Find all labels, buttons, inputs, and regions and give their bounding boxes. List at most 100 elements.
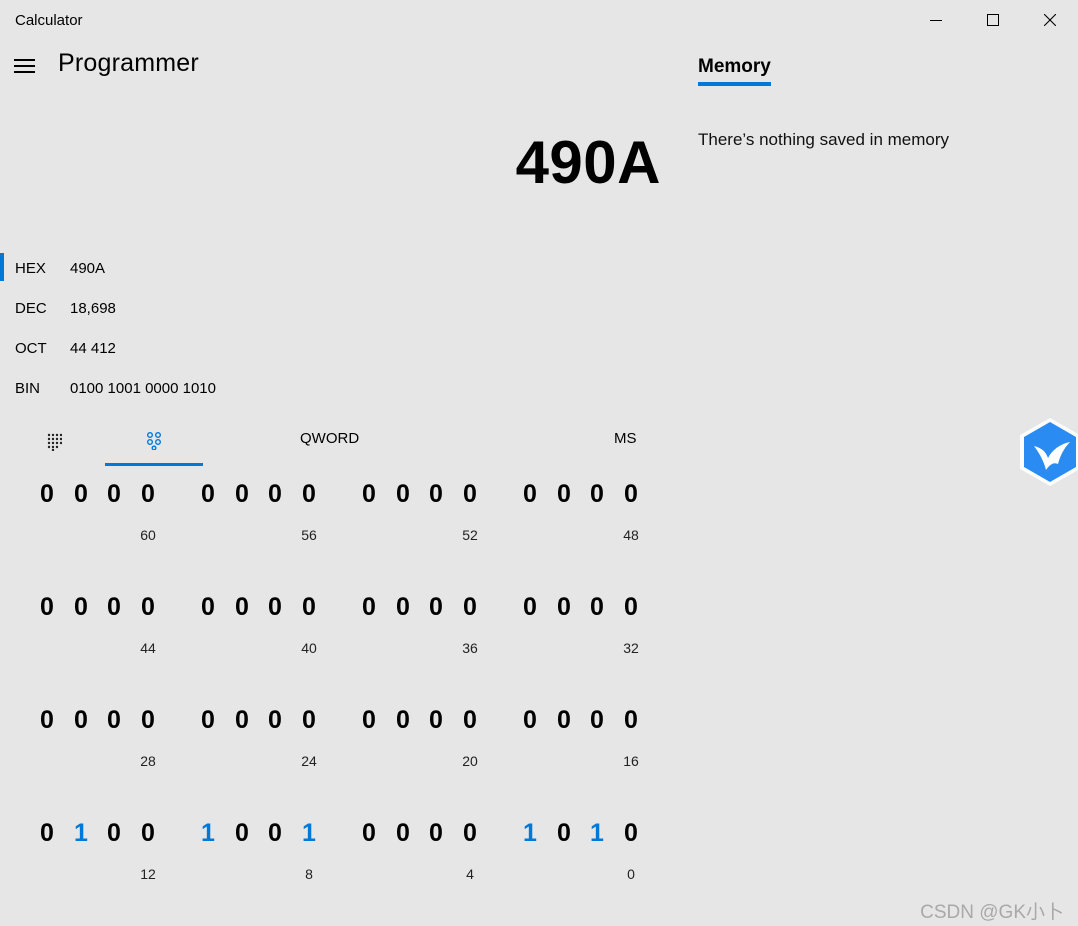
- bit-toggle[interactable]: 0: [457, 706, 483, 735]
- bit-toggle[interactable]: 0: [262, 706, 288, 735]
- bit-toggle[interactable]: 0: [356, 819, 382, 848]
- bit-toggle[interactable]: 0: [135, 706, 161, 735]
- bit-toggle[interactable]: 0: [296, 593, 322, 622]
- radix-value: 18,698: [70, 300, 116, 317]
- maximize-button[interactable]: [964, 0, 1021, 40]
- radix-row-bin[interactable]: BIN 0100 1001 0000 1010: [0, 371, 660, 407]
- bit-toggle[interactable]: 0: [229, 480, 255, 509]
- hamburger-icon[interactable]: [14, 58, 38, 74]
- bit-toggle[interactable]: 0: [356, 593, 382, 622]
- bit-toggle[interactable]: 0: [584, 593, 610, 622]
- bit-position-label: 12: [140, 866, 156, 882]
- bit-toggle[interactable]: 0: [356, 480, 382, 509]
- mode-title: Programmer: [58, 49, 199, 77]
- bit-toggle[interactable]: 0: [584, 706, 610, 735]
- bit-toggle[interactable]: 0: [390, 593, 416, 622]
- bit-toggle[interactable]: 0: [551, 706, 577, 735]
- minimize-button[interactable]: [907, 0, 964, 40]
- bit-toggle-keypad-icon: [147, 431, 161, 450]
- bit-position-label: 28: [140, 753, 156, 769]
- bit-toggle[interactable]: 0: [517, 593, 543, 622]
- bit-toggle[interactable]: 0: [618, 706, 644, 735]
- bit-toggle[interactable]: 0: [34, 706, 60, 735]
- bit-toggle-keypad-tab[interactable]: [105, 418, 203, 466]
- bit-toggle[interactable]: 0: [356, 706, 382, 735]
- bit-position-label: 20: [462, 753, 478, 769]
- radix-name: DEC: [15, 300, 47, 317]
- minimize-icon: [929, 20, 942, 21]
- bit-position-label: 60: [140, 527, 156, 543]
- bit-position-label: 44: [140, 640, 156, 656]
- radix-value: 490A: [70, 260, 106, 277]
- bit-toggle[interactable]: 0: [423, 706, 449, 735]
- bit-toggle[interactable]: 0: [195, 480, 221, 509]
- result-display: 490A: [515, 129, 661, 196]
- radix-row-oct[interactable]: OCT 44 412: [0, 331, 660, 367]
- memory-tab[interactable]: Memory: [698, 56, 771, 86]
- bit-position-label: 40: [301, 640, 317, 656]
- bit-toggle[interactable]: 1: [68, 819, 94, 848]
- bit-toggle[interactable]: 0: [34, 819, 60, 848]
- radix-row-dec[interactable]: DEC 18,698: [0, 291, 660, 327]
- bit-toggle[interactable]: 0: [296, 706, 322, 735]
- bit-position-label: 32: [623, 640, 639, 656]
- memory-store-button[interactable]: MS: [614, 430, 637, 447]
- bit-toggle[interactable]: 0: [390, 480, 416, 509]
- bit-toggle[interactable]: 0: [457, 593, 483, 622]
- bit-toggle[interactable]: 0: [296, 480, 322, 509]
- bit-toggle[interactable]: 0: [195, 706, 221, 735]
- bit-toggle[interactable]: 0: [390, 706, 416, 735]
- bit-toggle[interactable]: 0: [135, 593, 161, 622]
- bit-toggle[interactable]: 0: [101, 593, 127, 622]
- bit-toggle[interactable]: 0: [551, 480, 577, 509]
- bit-toggle[interactable]: 0: [390, 819, 416, 848]
- bit-toggle[interactable]: 1: [584, 819, 610, 848]
- bit-toggle[interactable]: 0: [34, 593, 60, 622]
- bit-toggle[interactable]: 0: [68, 593, 94, 622]
- bit-toggle[interactable]: 0: [423, 480, 449, 509]
- bit-toggle[interactable]: 0: [101, 819, 127, 848]
- bit-toggle[interactable]: 0: [195, 593, 221, 622]
- radix-row-hex[interactable]: HEX 490A: [0, 251, 660, 287]
- word-size-button[interactable]: QWORD: [300, 430, 359, 447]
- bit-toggle[interactable]: 0: [68, 480, 94, 509]
- bit-position-label: 8: [305, 866, 313, 882]
- bit-toggle[interactable]: 0: [101, 480, 127, 509]
- bit-toggle[interactable]: 0: [423, 593, 449, 622]
- memory-empty-message: There’s nothing saved in memory: [698, 130, 950, 149]
- bit-position-label: 24: [301, 753, 317, 769]
- bit-toggle[interactable]: 0: [262, 593, 288, 622]
- bit-toggle[interactable]: 0: [262, 819, 288, 848]
- bit-toggle[interactable]: 0: [551, 819, 577, 848]
- bit-toggle[interactable]: 0: [229, 593, 255, 622]
- bit-toggle[interactable]: 0: [457, 480, 483, 509]
- bit-toggle[interactable]: 0: [517, 706, 543, 735]
- bit-toggle[interactable]: 0: [423, 819, 449, 848]
- bit-toggle[interactable]: 0: [618, 480, 644, 509]
- bit-toggle[interactable]: 0: [135, 819, 161, 848]
- bit-position-label: 4: [466, 866, 474, 882]
- close-button[interactable]: [1021, 0, 1078, 40]
- bit-toggle[interactable]: 1: [296, 819, 322, 848]
- bit-toggle[interactable]: 1: [517, 819, 543, 848]
- bit-toggle[interactable]: 0: [229, 819, 255, 848]
- bit-toggle[interactable]: 0: [34, 480, 60, 509]
- bit-toggle[interactable]: 0: [618, 593, 644, 622]
- radix-name: HEX: [15, 260, 46, 277]
- bit-toggle[interactable]: 0: [517, 480, 543, 509]
- bit-toggle[interactable]: 0: [135, 480, 161, 509]
- maximize-icon: [986, 14, 999, 26]
- bit-toggle[interactable]: 0: [618, 819, 644, 848]
- bit-toggle[interactable]: 0: [229, 706, 255, 735]
- bit-toggle[interactable]: 0: [457, 819, 483, 848]
- bit-toggle[interactable]: 1: [195, 819, 221, 848]
- bit-toggle[interactable]: 0: [262, 480, 288, 509]
- radix-value: 0100 1001 0000 1010: [70, 380, 216, 397]
- bit-toggle[interactable]: 0: [101, 706, 127, 735]
- bit-toggle[interactable]: 0: [551, 593, 577, 622]
- bit-toggle[interactable]: 0: [68, 706, 94, 735]
- full-keypad-tab[interactable]: [30, 418, 78, 466]
- bit-toggle[interactable]: 0: [584, 480, 610, 509]
- bird-badge-icon[interactable]: [1018, 416, 1078, 488]
- bit-position-label: 16: [623, 753, 639, 769]
